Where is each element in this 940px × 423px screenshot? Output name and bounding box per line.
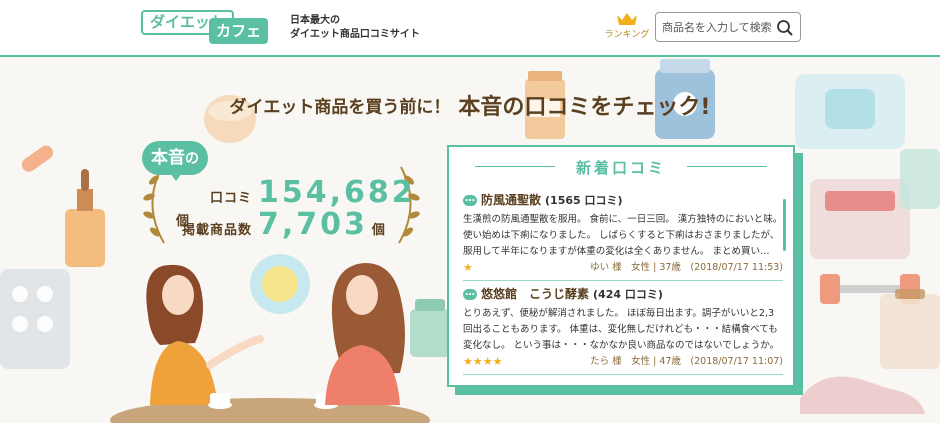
hero-section: ダイエット商品を買う前に！ 本音の口コミをチェック! 本音の 口コミ 154,682… [0, 59, 940, 423]
stat-products-label: 掲載商品数 [181, 223, 252, 238]
review-item[interactable]: 悠悠館 こうじ酵素 (424 口コミ) とりあえず、便秘が解消されました。 ほぼ毎… [463, 284, 783, 375]
review-title: 防風通聖散 (1565 口コミ) [463, 190, 783, 210]
review-product-name[interactable]: 悠悠館 こうじ酵素 [481, 287, 589, 301]
catchphrase-small: ダイエット商品を買う前に！ [229, 97, 451, 118]
stat-products-value: 7,703 [258, 207, 368, 242]
new-reviews-panel: 新着口コミ 防風通聖散 (1565 口コミ) 生漢煎の防風通聖散を服用。 食前に、… [447, 145, 795, 387]
bubble-small-text: の [185, 151, 199, 167]
blister-illustration [900, 149, 940, 209]
stat-reviews-label: 口コミ [209, 191, 252, 206]
review-author: ゆい 様 女性 | 37歳 (2018/07/17 11:53) [590, 262, 783, 273]
catchphrase-large: 本音の口コミをチェック! [458, 95, 711, 120]
scale-illustration [810, 179, 910, 259]
ranking-link[interactable]: ランキング [604, 12, 650, 40]
review-stats: 本音の 口コミ 154,682 個 掲載商品数 7,703 個 [140, 141, 425, 246]
review-meta: ★★★★ たら 様 女性 | 47歳 (2018/07/17 11:07) [463, 354, 783, 370]
review-meta: ★ ゆい 様 女性 | 37歳 (2018/07/17 11:53) [463, 260, 783, 276]
tagline-line2: ダイエット商品口コミサイト [290, 29, 420, 40]
stat-reviews-value: 154,682 [258, 175, 416, 210]
bubble-big-text: 本音 [151, 148, 185, 168]
site-logo[interactable]: ダイエット カフェ [141, 10, 283, 44]
crown-icon [617, 13, 637, 25]
stat-products: 掲載商品数 7,703 個 [172, 207, 385, 242]
search-icon[interactable] [776, 19, 794, 37]
review-count: (424 口コミ) [593, 288, 663, 301]
review-product-name[interactable]: 防風通聖散 [481, 193, 541, 207]
review-body: 生漢煎の防風通聖散を服用。 食前に、一日三回。 漢方独特のにおいと味。 使い始め… [463, 214, 783, 257]
ranking-label: ランキング [604, 30, 650, 40]
review-stars: ★★★★ [463, 355, 503, 368]
logo-text-cafe: カフェ [209, 18, 269, 44]
hero-catchphrase: ダイエット商品を買う前に！ 本音の口コミをチェック! [0, 89, 940, 121]
pill-pack-illustration [0, 269, 70, 369]
site-header: ダイエット カフェ 日本最大の ダイエット商品口コミサイト ランキング [0, 0, 940, 57]
speech-bubble-icon [463, 284, 477, 302]
reviews-scrollbar[interactable] [783, 199, 786, 251]
review-body: とりあえず、便秘が解消されました。 ほぼ毎日出ます。調子がいいと2,3回出ること… [463, 308, 780, 351]
review-divider [463, 374, 783, 375]
new-reviews-title: 新着口コミ [449, 157, 793, 178]
honne-bubble: 本音の [142, 141, 208, 181]
review-title: 悠悠館 こうじ酵素 (424 口コミ) [463, 284, 783, 304]
site-tagline: 日本最大の ダイエット商品口コミサイト [290, 14, 420, 42]
women-chatting-illustration [110, 263, 430, 423]
clipboard-illustration [880, 289, 940, 369]
laurel-left-icon [143, 166, 165, 244]
stat-products-unit: 個 [371, 223, 385, 238]
review-author: たら 様 女性 | 47歳 (2018/07/17 11:07) [590, 356, 783, 367]
review-stars: ★ [463, 261, 473, 274]
search-box [655, 12, 801, 42]
speech-bubble-icon [463, 190, 477, 208]
review-count: (1565 口コミ) [545, 194, 623, 207]
review-divider [463, 280, 783, 281]
tagline-line1: 日本最大の [290, 15, 340, 26]
search-input[interactable] [662, 19, 774, 36]
review-item[interactable]: 防風通聖散 (1565 口コミ) 生漢煎の防風通聖散を服用。 食前に、一日三回。 … [463, 190, 783, 281]
shoes-illustration [800, 376, 925, 414]
capsule-illustration [21, 145, 54, 172]
dropper-bottle-illustration [65, 169, 105, 267]
